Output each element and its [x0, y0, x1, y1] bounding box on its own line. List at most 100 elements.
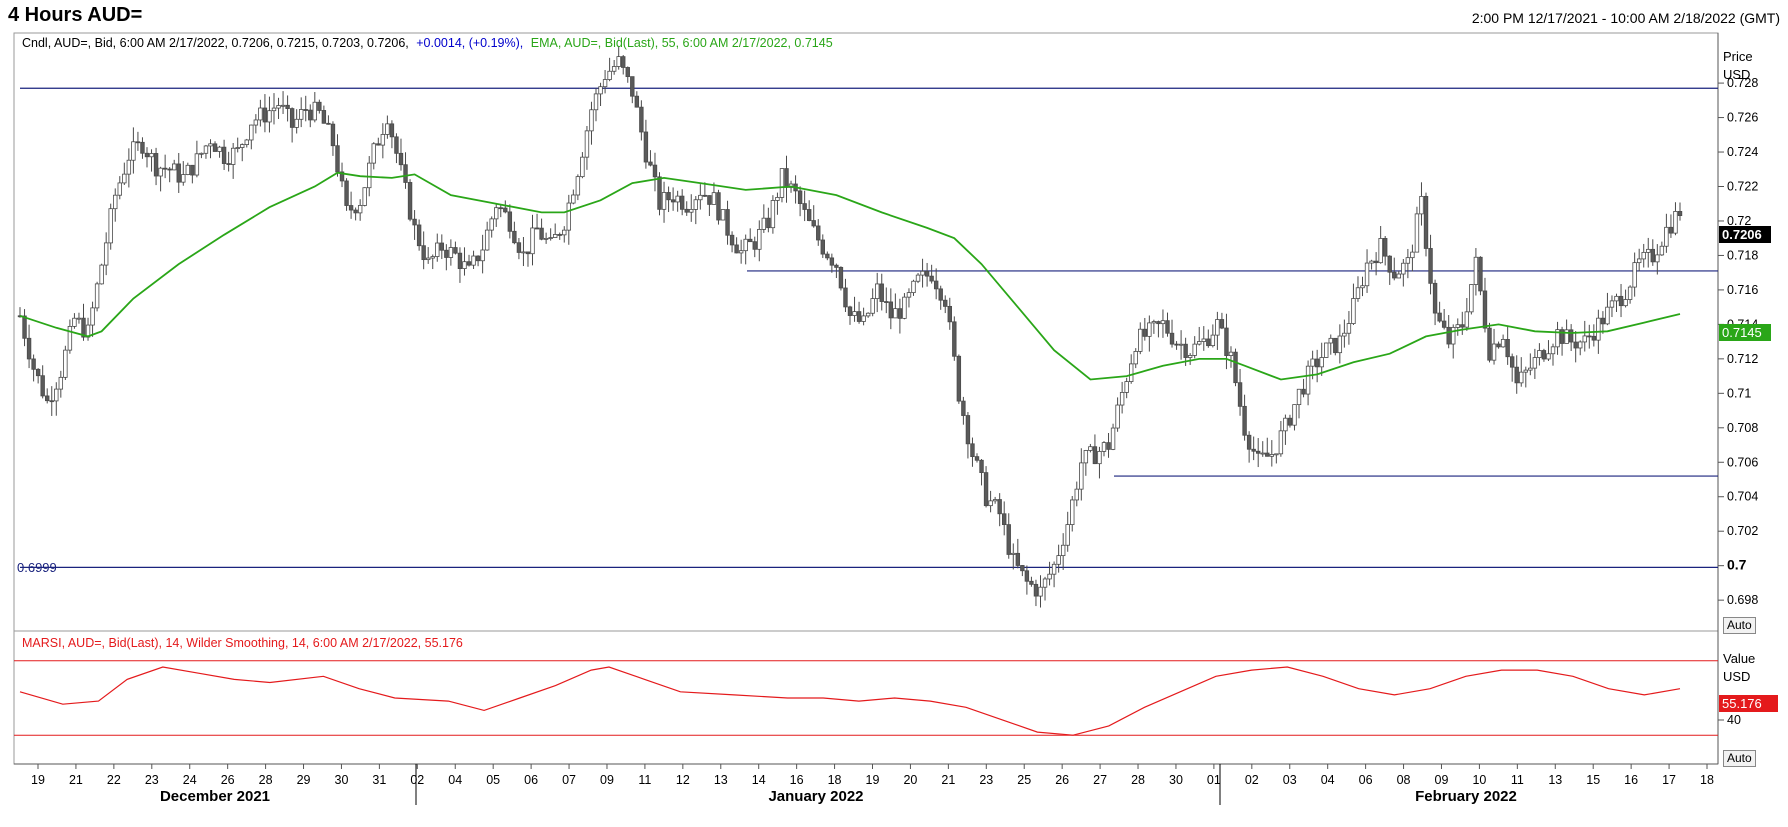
candle-body	[276, 105, 281, 109]
candle-body	[911, 280, 916, 294]
candle-body	[140, 141, 145, 154]
candle-body	[997, 499, 1002, 515]
candle-body	[1219, 319, 1225, 329]
last-price-tag-text: 0.7206	[1722, 227, 1762, 242]
candle-body	[1206, 338, 1211, 347]
candle-body	[1011, 552, 1016, 555]
candle-body	[1192, 343, 1197, 356]
x-tick-label: 19	[31, 773, 45, 787]
candle-body	[1673, 211, 1678, 234]
x-tick-label: 11	[1511, 773, 1524, 787]
candle-body	[1609, 300, 1615, 308]
y-tick-label: 0.72	[1727, 214, 1751, 228]
candle-body	[357, 205, 363, 214]
x-tick-label: 09	[1435, 773, 1449, 787]
candle-body	[1509, 356, 1515, 368]
candle-body	[1523, 369, 1528, 373]
candle-body	[135, 141, 141, 144]
candle-body	[22, 315, 27, 339]
candle-body	[1165, 320, 1170, 334]
candle-body	[1482, 290, 1488, 329]
candle-body	[870, 298, 875, 314]
y-tick-label: 0.716	[1727, 283, 1758, 297]
price-auto-button[interactable]: Auto	[1723, 617, 1756, 634]
x-tick-label: 29	[297, 773, 311, 787]
x-tick-label: 18	[1700, 773, 1714, 787]
candle-body	[947, 305, 952, 323]
candle-body	[1460, 324, 1465, 328]
candle-body	[167, 168, 172, 171]
candle-body	[72, 317, 77, 327]
candle-body	[1278, 430, 1284, 455]
candle-body	[1092, 446, 1098, 465]
candle-body	[711, 192, 717, 205]
candle-body	[321, 110, 327, 124]
candle-body	[1627, 286, 1633, 300]
candle-body	[1514, 366, 1519, 384]
candle-body	[1147, 322, 1152, 337]
candle-body	[929, 275, 934, 282]
x-tick-label: 24	[183, 773, 197, 787]
y-tick-label: 0.718	[1727, 248, 1758, 262]
chart-canvas[interactable]: 0.698 0.7 0.702 0.704 0.706 0.708 0.71 0.712 0.7…	[0, 0, 1788, 827]
y-tick-label: 0.702	[1727, 524, 1758, 538]
x-tick-label: 11	[638, 773, 651, 787]
candle-body	[616, 56, 621, 67]
hline-price-label: 0.6999	[17, 560, 57, 575]
candle-body	[1242, 405, 1247, 436]
candle-body	[58, 376, 64, 390]
x-tick-label: 10	[1472, 773, 1486, 787]
candle-body	[729, 234, 735, 246]
candle-body	[1650, 248, 1655, 263]
candle-body	[149, 153, 154, 158]
candle-body	[1423, 195, 1429, 249]
candle-body	[1129, 363, 1134, 382]
candle-body	[172, 163, 177, 171]
candle-body	[752, 241, 757, 250]
candle-body	[49, 400, 54, 403]
candle-body	[702, 194, 708, 197]
candle-body	[1305, 365, 1311, 395]
x-tick-label: 30	[1169, 773, 1183, 787]
candle-body	[943, 299, 948, 307]
candle-body	[1051, 563, 1057, 575]
rsi-auto-button[interactable]: Auto	[1723, 750, 1756, 767]
candle-body	[507, 211, 513, 232]
candle-body	[153, 153, 159, 177]
candle-body	[31, 358, 36, 370]
candle-body	[421, 245, 426, 261]
candle-body	[1618, 295, 1624, 307]
candle-body	[802, 203, 807, 210]
candle-body	[99, 264, 104, 285]
candle-body	[1632, 262, 1637, 288]
candle-body	[403, 164, 408, 183]
candle-body	[875, 283, 880, 299]
candle-body	[820, 239, 825, 255]
candle-body	[856, 311, 862, 322]
candle-body	[208, 143, 213, 147]
candle-body	[893, 308, 898, 319]
candle-body	[1355, 287, 1361, 299]
candle-body	[1396, 273, 1401, 279]
candle-body	[956, 355, 962, 402]
candle-body	[888, 301, 894, 319]
candle-body	[1464, 311, 1470, 328]
candle-body	[1197, 341, 1202, 345]
candle-body	[557, 234, 562, 236]
x-tick-label: 08	[1397, 773, 1411, 787]
candle-body	[816, 225, 821, 241]
candle-body	[1292, 404, 1297, 426]
candle-body	[1251, 448, 1256, 452]
candle-body	[1156, 321, 1161, 325]
candle-body	[63, 349, 68, 378]
candle-body	[303, 109, 308, 111]
candle-body	[1414, 213, 1420, 253]
candle-body	[1337, 335, 1343, 354]
candle-body	[244, 139, 249, 145]
candle-body	[1641, 251, 1646, 260]
x-tick-label: 02	[410, 773, 424, 787]
candle-body	[1283, 417, 1288, 432]
candle-body	[484, 229, 490, 251]
candle-body	[1537, 350, 1542, 358]
candle-body	[906, 292, 912, 298]
